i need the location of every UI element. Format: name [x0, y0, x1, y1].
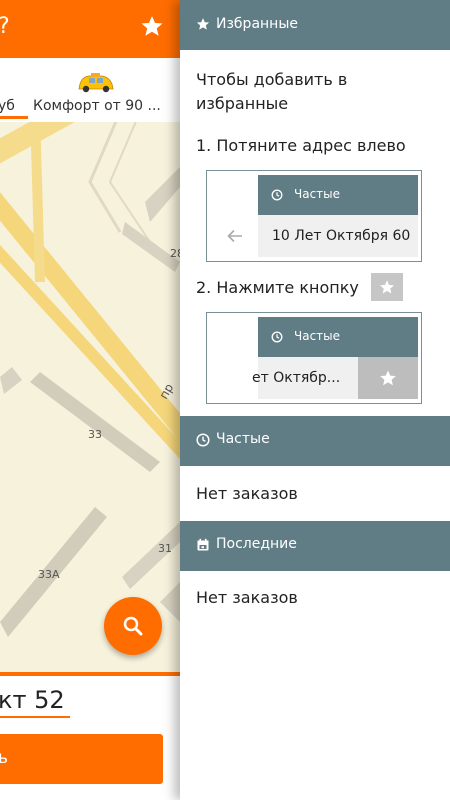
demo-header-label: Частые: [294, 187, 341, 201]
order-button[interactable]: ь: [0, 734, 163, 784]
star-button-example: [371, 273, 403, 301]
address-underline: [0, 716, 70, 718]
frequent-empty-text: Нет заказов: [196, 484, 298, 503]
taxi-car-icon: [78, 73, 114, 93]
map-label: 33А: [38, 568, 60, 581]
frequent-title: Частые: [216, 431, 270, 447]
demo-address: ет Октябр...: [252, 370, 341, 386]
clock-icon: [271, 189, 283, 201]
map-label: 31: [158, 542, 172, 555]
frequent-header: Частые: [180, 416, 450, 466]
clock-icon: [196, 433, 210, 447]
map[interactable]: 28 пр 33 33А 31: [0, 122, 180, 672]
selected-tariff-underline: [0, 116, 28, 119]
app-bar: ?: [0, 0, 180, 58]
title-fragment: ?: [0, 14, 10, 39]
swipe-demo: Частые 10 Лет Октября 60: [206, 170, 422, 262]
demo-header-label: Частые: [294, 329, 341, 343]
main-screen: ? уб Комфорт от 90 ...: [0, 0, 180, 800]
tariff-economy[interactable]: уб: [0, 98, 15, 114]
demo-header: Частые: [258, 317, 418, 357]
step-one: 1. Потяните адрес влево: [196, 136, 406, 155]
map-label: 33: [88, 428, 102, 441]
arrow-left-icon: [227, 229, 242, 243]
tariff-comfort[interactable]: Комфорт от 90 ...: [33, 98, 161, 114]
demo-address-row: 10 Лет Октября 60: [258, 215, 418, 257]
demo-star-button: [358, 357, 418, 399]
star-icon: [196, 18, 210, 30]
favorites-star-icon[interactable]: [140, 14, 164, 38]
favorites-title: Избранные: [216, 16, 298, 32]
clock-icon: [271, 331, 283, 343]
favorites-header: Избранные: [180, 0, 450, 50]
star-demo: Частые ет Октябр...: [206, 312, 422, 404]
map-label: 28: [170, 247, 180, 260]
star-icon: [380, 370, 396, 386]
calendar-icon: [197, 538, 209, 551]
order-panel: кт 52 ь: [0, 672, 180, 800]
demo-address: 10 Лет Октября 60: [272, 228, 411, 244]
divider: [0, 672, 180, 676]
star-icon: [380, 280, 394, 294]
order-button-label: ь: [0, 748, 9, 768]
favorites-help: Чтобы добавить в избранные: [196, 70, 348, 113]
pickup-address[interactable]: кт 52: [0, 686, 65, 714]
demo-header: Частые: [258, 175, 418, 215]
search-icon: [123, 616, 143, 636]
recent-empty-text: Нет заказов: [196, 588, 298, 607]
favorites-drawer: Избранные Чтобы добавить в избранные 1. …: [180, 0, 450, 800]
recent-header: Последние: [180, 521, 450, 571]
demo-address-row: ет Октябр...: [252, 357, 418, 399]
tariff-selector: уб Комфорт от 90 ...: [0, 58, 180, 122]
recent-title: Последние: [216, 536, 297, 552]
step-two: 2. Нажмите кнопку: [196, 278, 359, 297]
search-button[interactable]: [104, 597, 162, 655]
